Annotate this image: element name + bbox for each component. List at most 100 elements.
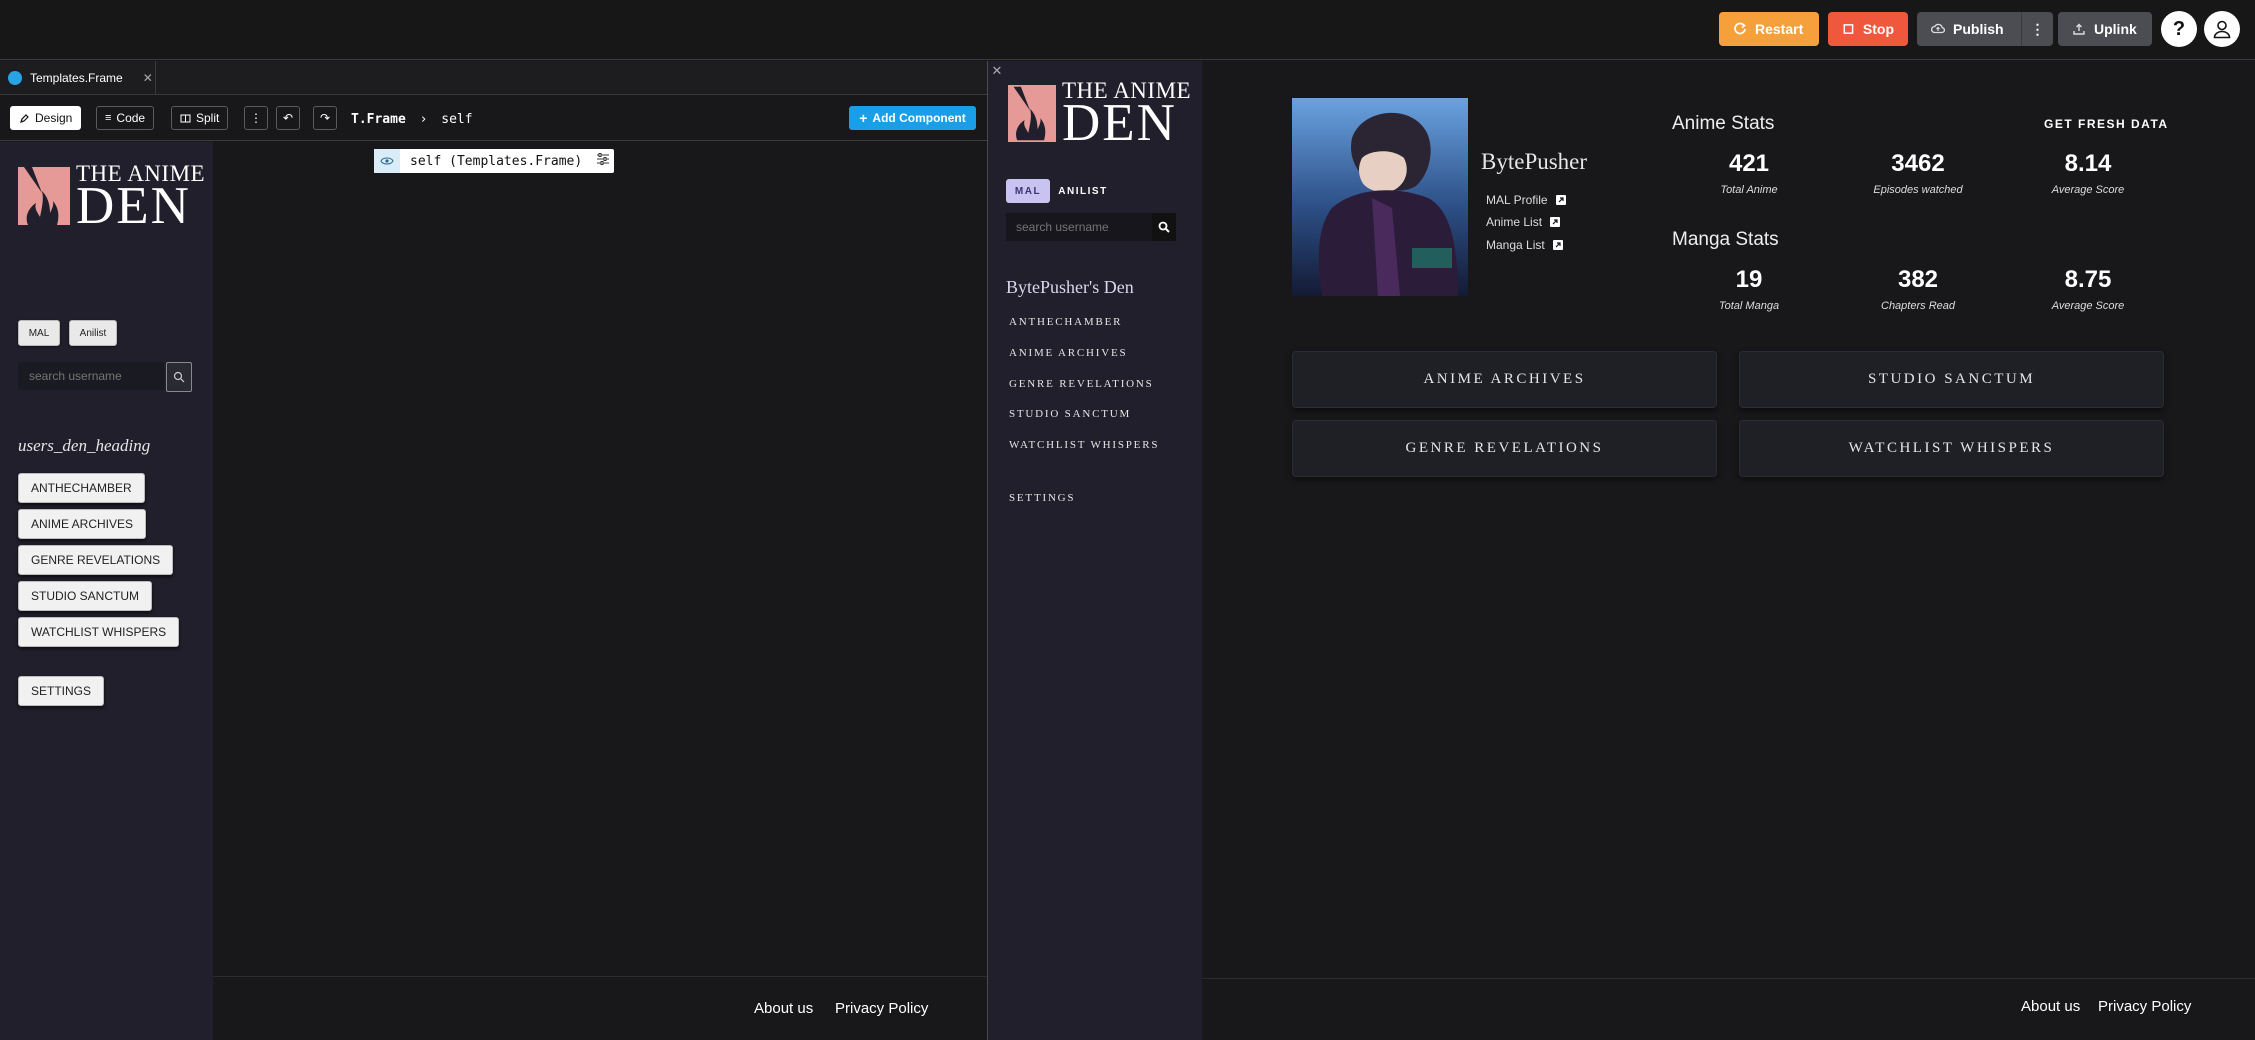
breadcrumb: T.Frame › self xyxy=(351,112,473,127)
nav-anime-archives[interactable]: ANIME ARCHIVES xyxy=(1009,347,1127,359)
tab-templates-frame[interactable]: Templates.Frame ✕ xyxy=(0,61,156,95)
stat-value: 421 xyxy=(1728,150,1770,177)
publish-more-button[interactable]: ⋮ xyxy=(2021,12,2053,46)
profile-username: BytePusher xyxy=(1481,149,1588,174)
help-button[interactable]: ? xyxy=(2161,11,2197,47)
link-label: Manga List xyxy=(1486,238,1545,252)
users-den-heading: BytePusher's Den xyxy=(1006,277,1134,297)
stat-value: 3462 xyxy=(1891,150,1945,177)
get-fresh-data-button[interactable]: GET FRESH DATA xyxy=(2044,117,2169,131)
upload-icon xyxy=(2073,23,2085,35)
cloud-upload-icon xyxy=(1931,23,1945,34)
link-label: Anime List xyxy=(1486,215,1543,229)
nav-anthechamber[interactable]: ANTHECHAMBER xyxy=(1009,316,1122,328)
eye-icon[interactable] xyxy=(374,149,400,173)
breadcrumb-separator: › xyxy=(419,112,428,127)
preview-main: BytePusher MAL Profile Anime List Manga … xyxy=(1202,61,2255,1040)
design-mode-button[interactable]: Design xyxy=(10,106,82,130)
search-username-input[interactable] xyxy=(18,362,164,390)
publish-label: Publish xyxy=(1953,21,2004,37)
manga-list-link[interactable]: Manga List xyxy=(1486,238,1563,252)
design-label: Design xyxy=(35,111,73,125)
nav-watchlist-whispers[interactable]: WATCHLIST WHISPERS xyxy=(1009,439,1159,451)
code-label: Code xyxy=(116,111,146,125)
logo-line-2: DEN xyxy=(76,176,191,235)
anilist-toggle[interactable]: Anilist xyxy=(69,320,117,346)
nav-studio-sanctum[interactable]: STUDIO SANCTUM xyxy=(18,581,152,611)
privacy-policy-link[interactable]: Privacy Policy xyxy=(2098,998,2191,1015)
nav-genre-revelations[interactable]: GENRE REVELATIONS xyxy=(18,545,174,575)
preview-sidebar: THE ANIME DEN MAL ANILIST BytePusher's D… xyxy=(988,61,1202,1040)
split-mode-button[interactable]: Split xyxy=(171,106,229,130)
more-vertical-icon: ⋮ xyxy=(250,111,262,125)
add-component-label: Add Component xyxy=(872,111,966,125)
about-us-link[interactable]: About us xyxy=(754,1000,813,1017)
stat-label: Chapters Read xyxy=(1881,300,1955,312)
user-account-button[interactable] xyxy=(2204,11,2240,47)
card-studio-sanctum[interactable]: STUDIO SANCTUM xyxy=(1739,351,2164,408)
stop-button[interactable]: Stop xyxy=(1828,12,1908,46)
external-link-icon xyxy=(1555,195,1566,205)
app-logo: THE ANIME DEN xyxy=(18,162,205,235)
about-us-link[interactable]: About us xyxy=(2021,998,2080,1015)
nav-studio-sanctum[interactable]: STUDIO SANCTUM xyxy=(1009,408,1131,420)
mal-toggle[interactable]: MAL xyxy=(18,320,60,346)
search-icon xyxy=(1158,221,1170,233)
stat-value: 382 xyxy=(1897,266,1939,293)
uplink-button[interactable]: Uplink xyxy=(2058,12,2152,46)
editor-footer: About us Privacy Policy xyxy=(213,976,987,1040)
search-button[interactable] xyxy=(1152,213,1176,241)
close-icon[interactable]: ✕ xyxy=(143,71,153,85)
user-icon xyxy=(2213,20,2231,39)
preview-app-logo: THE ANIME DEN xyxy=(1008,79,1191,149)
publish-button[interactable]: Publish xyxy=(1917,12,2021,46)
flame-logo-icon xyxy=(18,167,70,226)
anilist-toggle[interactable]: ANILIST xyxy=(1056,179,1110,203)
undo-button[interactable]: ↶ xyxy=(276,106,300,130)
avatar xyxy=(1292,98,1468,296)
card-watchlist-whispers[interactable]: WATCHLIST WHISPERS xyxy=(1739,420,2164,477)
nav-genre-revelations[interactable]: GENRE REVELATIONS xyxy=(1009,378,1154,390)
nav-settings[interactable]: SETTINGS xyxy=(1009,492,1075,504)
breadcrumb-root[interactable]: T.Frame xyxy=(351,112,406,127)
stat-label: Episodes watched xyxy=(1873,184,1963,196)
anime-list-link[interactable]: Anime List xyxy=(1486,215,1561,229)
preview-footer: About us Privacy Policy xyxy=(1202,978,2255,1040)
stat-value: 19 xyxy=(1735,266,1763,293)
pen-icon xyxy=(20,113,29,123)
mal-profile-link[interactable]: MAL Profile xyxy=(1486,193,1566,207)
stop-label: Stop xyxy=(1862,21,1894,37)
code-lines-icon: ≡ xyxy=(105,112,112,124)
external-link-icon xyxy=(1552,240,1563,250)
add-component-button[interactable]: + Add Component xyxy=(849,106,976,130)
search-username-input[interactable] xyxy=(1006,213,1152,241)
stat-label: Average Score xyxy=(2051,184,2125,196)
nav-anthechamber[interactable]: ANTHECHAMBER xyxy=(18,473,145,503)
uplink-label: Uplink xyxy=(2094,21,2137,37)
close-preview-icon[interactable]: ✕ xyxy=(989,63,1005,79)
help-icon: ? xyxy=(2172,17,2186,40)
card-genre-revelations[interactable]: GENRE REVELATIONS xyxy=(1292,420,1717,477)
search-button[interactable] xyxy=(166,362,192,392)
manga-stats-title: Manga Stats xyxy=(1672,229,1779,250)
restart-label: Restart xyxy=(1755,21,1804,37)
restart-button[interactable]: Restart xyxy=(1719,12,1819,46)
toolbar-more-button[interactable]: ⋮ xyxy=(244,106,268,130)
anime-stats-title: Anime Stats xyxy=(1672,113,1775,134)
users-den-heading: users_den_heading xyxy=(18,436,151,455)
card-anime-archives[interactable]: ANIME ARCHIVES xyxy=(1292,351,1717,408)
nav-settings[interactable]: SETTINGS xyxy=(18,676,105,706)
settings-sliders-icon[interactable] xyxy=(596,153,610,169)
privacy-policy-link[interactable]: Privacy Policy xyxy=(835,1000,928,1017)
code-mode-button[interactable]: ≡ Code xyxy=(96,106,155,130)
nav-watchlist-whispers[interactable]: WATCHLIST WHISPERS xyxy=(18,617,180,647)
breadcrumb-current[interactable]: self xyxy=(441,112,472,127)
stat-label: Total Manga xyxy=(1718,300,1780,312)
redo-icon: ↷ xyxy=(319,111,331,125)
mal-toggle[interactable]: MAL xyxy=(1006,179,1050,203)
redo-button[interactable]: ↷ xyxy=(313,106,337,130)
nav-anime-archives[interactable]: ANIME ARCHIVES xyxy=(18,509,147,539)
selected-component-chip[interactable]: self (Templates.Frame) xyxy=(374,149,614,173)
search-icon xyxy=(173,371,185,383)
editor-panel: Templates.Frame ✕ Design ≡ Code Split ⋮ … xyxy=(0,61,987,1040)
